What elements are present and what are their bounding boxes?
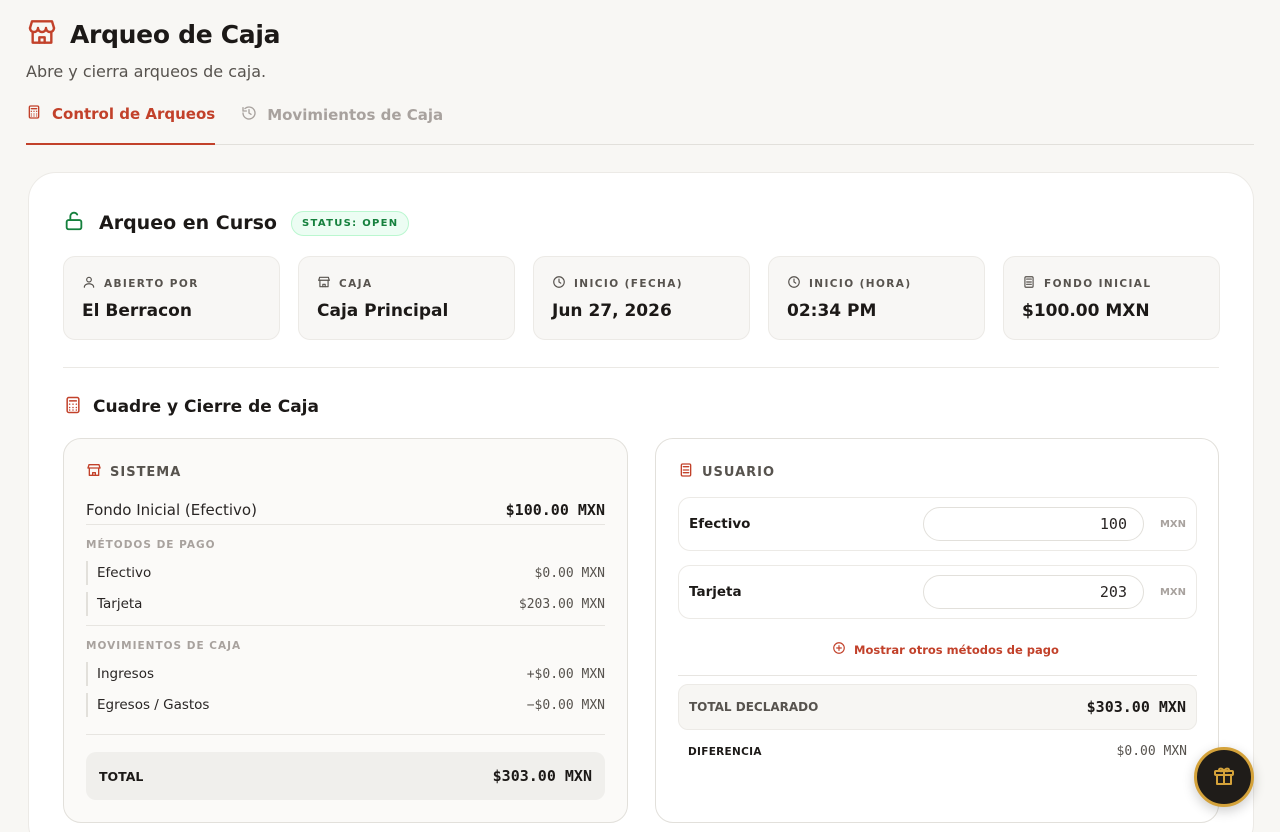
diferencia-row: DIFERENCIA $0.00 MXN bbox=[688, 744, 1187, 759]
efectivo-input-row: Efectivo MXN bbox=[678, 497, 1197, 551]
info-value: $100.00 MXN bbox=[1022, 301, 1150, 321]
user-icon bbox=[82, 275, 96, 292]
row-label: Egresos / Gastos bbox=[97, 697, 210, 713]
row-divider bbox=[86, 734, 605, 735]
arqueo-card: Arqueo en Curso STATUS: OPEN ABIERTO POR… bbox=[28, 172, 1254, 832]
gift-icon bbox=[1212, 763, 1236, 791]
tab-movimientos-caja[interactable]: Movimientos de Caja bbox=[241, 100, 443, 145]
arqueo-title: Arqueo en Curso bbox=[99, 212, 277, 234]
info-value: 02:34 PM bbox=[787, 301, 877, 321]
info-value: El Berracon bbox=[82, 301, 192, 321]
sistema-heading: SISTEMA bbox=[110, 464, 182, 480]
info-inicio-fecha: INICIO (FECHA) Jun 27, 2026 bbox=[533, 256, 750, 340]
info-abierto-por: ABIERTO POR El Berracon bbox=[63, 256, 280, 340]
tab-bar: Control de Arqueos Movimientos de Caja bbox=[26, 100, 1254, 145]
row-divider bbox=[678, 675, 1197, 676]
diferencia-label: DIFERENCIA bbox=[688, 745, 762, 758]
unit-label: MXN bbox=[1159, 518, 1186, 530]
usuario-panel: USUARIO Efectivo MXN Tarjeta MXN Mostrar… bbox=[655, 438, 1219, 823]
clock-icon bbox=[787, 275, 801, 292]
unit-label: MXN bbox=[1159, 586, 1186, 598]
store-icon bbox=[86, 462, 102, 482]
tarjeta-input-row: Tarjeta MXN bbox=[678, 565, 1197, 619]
show-more-payment-methods-link[interactable]: Mostrar otros métodos de pago bbox=[832, 641, 1059, 658]
calculator-icon bbox=[1022, 275, 1036, 292]
page-header: Arqueo de Caja Abre y cierra arqueos de … bbox=[26, 16, 281, 82]
store-icon bbox=[26, 16, 58, 52]
tab-label: Movimientos de Caja bbox=[267, 105, 444, 124]
row-divider bbox=[86, 524, 605, 525]
info-label: CAJA bbox=[339, 277, 373, 290]
history-icon bbox=[241, 105, 257, 125]
page-title: Arqueo de Caja bbox=[70, 19, 281, 49]
plus-circle-icon bbox=[832, 641, 846, 658]
unlock-icon bbox=[63, 210, 85, 236]
info-inicio-hora: INICIO (HORA) 02:34 PM bbox=[768, 256, 985, 340]
movimientos-label: MOVIMIENTOS DE CAJA bbox=[86, 640, 242, 652]
efectivo-input[interactable] bbox=[923, 507, 1144, 541]
gift-button[interactable] bbox=[1194, 747, 1254, 807]
tab-control-arqueos[interactable]: Control de Arqueos bbox=[26, 100, 216, 145]
row-label: Efectivo bbox=[97, 565, 152, 581]
link-label: Mostrar otros métodos de pago bbox=[854, 642, 1059, 657]
page-subtitle: Abre y cierra arqueos de caja. bbox=[26, 62, 267, 81]
tab-label: Control de Arqueos bbox=[52, 104, 216, 123]
store-icon bbox=[317, 275, 331, 292]
row-value: $100.00 MXN bbox=[505, 501, 605, 519]
total-value: $303.00 MXN bbox=[492, 767, 592, 785]
row-label: Fondo Inicial (Efectivo) bbox=[86, 501, 257, 519]
section-divider bbox=[63, 367, 1219, 368]
info-label: FONDO INICIAL bbox=[1044, 277, 1152, 290]
row-value: $0.00 MXN bbox=[534, 565, 605, 581]
info-value: Caja Principal bbox=[317, 301, 449, 321]
total-label: TOTAL bbox=[99, 768, 144, 784]
fondo-inicial-row: Fondo Inicial (Efectivo) $100.00 MXN bbox=[86, 496, 605, 524]
total-declarado: TOTAL DECLARADO $303.00 MXN bbox=[678, 684, 1197, 730]
arqueo-info-row: ABIERTO POR El Berracon CAJA Caja Princi… bbox=[63, 256, 1220, 340]
sistema-panel: SISTEMA Fondo Inicial (Efectivo) $100.00… bbox=[63, 438, 628, 823]
metodo-efectivo-row: Efectivo $0.00 MXN bbox=[86, 561, 605, 585]
cuadre-title: Cuadre y Cierre de Caja bbox=[93, 397, 319, 417]
info-fondo-inicial: FONDO INICIAL $100.00 MXN bbox=[1003, 256, 1220, 340]
row-divider bbox=[86, 625, 605, 626]
row-label: Ingresos bbox=[97, 666, 154, 682]
row-value: +$0.00 MXN bbox=[526, 666, 605, 682]
declarado-value: $303.00 MXN bbox=[1086, 698, 1186, 716]
row-value: −$0.00 MXN bbox=[526, 697, 605, 713]
status-badge: STATUS: OPEN bbox=[291, 210, 410, 236]
input-label: Tarjeta bbox=[689, 584, 742, 600]
calculator-icon bbox=[26, 104, 42, 124]
calculator-icon bbox=[678, 462, 694, 482]
info-value: Jun 27, 2026 bbox=[552, 301, 672, 321]
row-label: Tarjeta bbox=[97, 596, 143, 612]
input-label: Efectivo bbox=[689, 516, 751, 532]
info-label: INICIO (HORA) bbox=[809, 277, 912, 290]
metodos-label: MÉTODOS DE PAGO bbox=[86, 539, 216, 551]
ingresos-row: Ingresos +$0.00 MXN bbox=[86, 662, 605, 686]
info-label: INICIO (FECHA) bbox=[574, 277, 683, 290]
declarado-label: TOTAL DECLARADO bbox=[689, 700, 819, 714]
sistema-total: TOTAL $303.00 MXN bbox=[86, 752, 605, 800]
metodo-tarjeta-row: Tarjeta $203.00 MXN bbox=[86, 592, 605, 616]
info-caja: CAJA Caja Principal bbox=[298, 256, 515, 340]
row-value: $203.00 MXN bbox=[518, 596, 605, 612]
diferencia-value: $0.00 MXN bbox=[1116, 744, 1187, 759]
calculator-icon bbox=[63, 395, 83, 419]
tarjeta-input[interactable] bbox=[923, 575, 1144, 609]
egresos-row: Egresos / Gastos −$0.00 MXN bbox=[86, 693, 605, 717]
clock-icon bbox=[552, 275, 566, 292]
info-label: ABIERTO POR bbox=[104, 277, 199, 290]
usuario-heading: USUARIO bbox=[702, 464, 776, 480]
